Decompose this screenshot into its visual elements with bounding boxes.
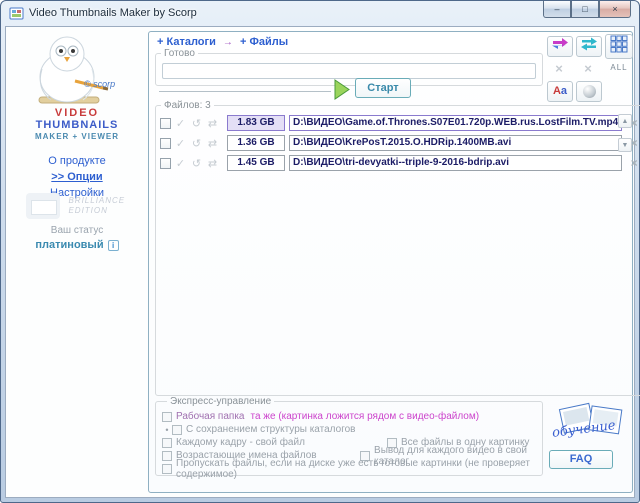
edition-line1: BRILLIANCE (68, 196, 125, 205)
maximize-button[interactable]: □ (571, 1, 599, 18)
faq-button[interactable]: FAQ (549, 450, 613, 469)
add-files-link[interactable]: + Файлы (240, 36, 288, 48)
option-skip-existing: Пропускать файлы, если на диске уже есть… (162, 462, 542, 475)
window-title: Video Thumbnails Maker by Scorp (29, 7, 197, 19)
file-size: 1.45 GB (227, 155, 285, 171)
cycle-arrows-icon (580, 37, 598, 51)
edition-line2: EDITION (68, 206, 107, 215)
status-value-text: платиновый (35, 239, 103, 251)
sidebar-item-options[interactable]: >> Опции (16, 171, 138, 183)
layout-grid-button[interactable] (605, 34, 633, 59)
swap-icon[interactable]: ⇄ (206, 137, 219, 150)
progress-slider[interactable] (159, 91, 331, 92)
bullet-icon: • (162, 425, 172, 435)
status-block: Ваш статус платиновый i (16, 225, 138, 251)
express-legend: Экспресс-управление (167, 396, 274, 407)
file-checkbox[interactable] (160, 118, 171, 129)
titlebar: Video Thumbnails Maker by Scorp – □ × (1, 1, 639, 26)
file-row[interactable]: ✓ ↺ ⇄ 1.45 GB D:\ВИДЕО\tri-devyatki--tri… (156, 153, 640, 173)
skip-existing-label: Пропускать файлы, если на диске уже есть… (176, 458, 542, 480)
move-down-button[interactable]: ▼ (618, 138, 632, 152)
files-legend: Файлов: 3 (161, 100, 214, 111)
window-controls: – □ × (543, 1, 631, 18)
main-panel: + Каталоги → + Файлы Готово (148, 31, 633, 493)
progress-bar (162, 63, 536, 79)
edition-watermark: BRILLIANCE EDITION (26, 193, 138, 219)
increasing-names-checkbox[interactable] (162, 451, 172, 461)
font-settings-button[interactable]: Aa (547, 81, 573, 102)
start-button[interactable]: Старт (355, 78, 411, 98)
app-window: Video Thumbnails Maker by Scorp – □ × (0, 0, 640, 503)
app-icon (9, 6, 24, 21)
check-icon[interactable]: ✓ (174, 137, 187, 150)
font-cap-letter: A (553, 85, 561, 97)
keep-structure-label: С сохранением структуры каталогов (186, 424, 356, 435)
client-area: © scorp VIDEO THUMBNAILS MAKER + VIEWER … (5, 26, 635, 498)
swap-pair-button[interactable] (547, 36, 573, 57)
status-label: Ваш статус (16, 225, 138, 236)
file-checkbox[interactable] (160, 158, 171, 169)
brand-line-maker-viewer: MAKER + VIEWER (16, 131, 138, 143)
clear-right-icon[interactable]: × (580, 61, 596, 77)
reload-icon[interactable]: ↺ (190, 157, 203, 170)
font-low-letter: a (561, 85, 567, 97)
same-folder-label: та же (картинка ложится рядом с видео-фа… (250, 411, 479, 422)
status-value: платиновый i (16, 239, 138, 251)
check-icon[interactable]: ✓ (174, 157, 187, 170)
file-checkbox[interactable] (160, 138, 171, 149)
refresh-pair-button[interactable] (576, 36, 602, 57)
skip-existing-checkbox[interactable] (162, 464, 172, 474)
swap-arrows-icon (551, 37, 569, 51)
sidebar-item-about[interactable]: О продукте (16, 155, 138, 167)
arrow-icon: → (219, 37, 237, 48)
owl-logo-icon (11, 31, 136, 109)
option-keep-structure: • С сохранением структуры каталогов (162, 423, 542, 436)
play-button[interactable] (333, 79, 351, 100)
brand-line-video: VIDEO (16, 107, 138, 119)
brand-line-thumbnails: THUMBNAILS (16, 119, 138, 131)
copyright-text: © scorp (84, 79, 115, 89)
frame-per-file-checkbox[interactable] (162, 438, 172, 448)
working-folder-checkbox[interactable] (162, 412, 172, 422)
file-path[interactable]: D:\ВИДЕО\Game.of.Thrones.S07E01.720p.WEB… (289, 115, 622, 131)
check-icon[interactable]: ✓ (174, 117, 187, 130)
move-up-button[interactable]: ▲ (618, 114, 632, 128)
clear-left-icon[interactable]: × (551, 61, 567, 77)
express-group: Экспресс-управление Рабочая папка та же … (155, 396, 543, 476)
file-path[interactable]: D:\ВИДЕО\KrePosT.2015.O.HDRip.1400MB.avi (289, 135, 622, 151)
reload-icon[interactable]: ↺ (190, 117, 203, 130)
add-catalogs-link[interactable]: + Каталоги (157, 36, 216, 48)
working-folder-label: Рабочая папка (176, 411, 244, 422)
swap-icon[interactable]: ⇄ (206, 157, 219, 170)
reload-icon[interactable]: ↺ (190, 137, 203, 150)
file-size: 1.83 GB (227, 115, 285, 131)
frame-per-file-label: Каждому кадру - свой файл (176, 437, 305, 448)
file-size: 1.36 GB (227, 135, 285, 151)
file-row[interactable]: ✓ ↺ ⇄ 1.36 GB D:\ВИДЕО\KrePosT.2015.O.HD… (156, 133, 640, 153)
files-group: Файлов: 3 ✓ ↺ ⇄ 1.83 GB D:\ВИДЕО\Game.of… (155, 100, 640, 396)
sphere-icon (583, 85, 596, 98)
play-icon (335, 80, 349, 99)
training-link[interactable]: обучение (548, 400, 634, 446)
keep-structure-checkbox[interactable] (172, 425, 182, 435)
file-path[interactable]: D:\ВИДЕО\tri-devyatki--triple-9-2016-bdr… (289, 155, 622, 171)
envelope-icon (26, 193, 60, 219)
all-label: ALL (605, 63, 633, 72)
brand-logo: VIDEO THUMBNAILS MAKER + VIEWER (16, 107, 138, 143)
close-button[interactable]: × (599, 1, 631, 18)
grid-icon (610, 35, 628, 53)
sidebar: © scorp VIDEO THUMBNAILS MAKER + VIEWER … (6, 27, 148, 497)
add-links-bar: + Каталоги → + Файлы (157, 36, 288, 48)
remove-file-icon[interactable]: × (626, 156, 640, 170)
progress-legend: Готово (161, 48, 198, 59)
swap-icon[interactable]: ⇄ (206, 117, 219, 130)
edition-label: BRILLIANCE EDITION (68, 196, 125, 216)
minimize-button[interactable]: – (543, 1, 571, 18)
option-working-folder: Рабочая папка та же (картинка ложится ря… (162, 410, 542, 423)
sphere-button[interactable] (576, 81, 602, 102)
info-icon[interactable]: i (108, 240, 119, 251)
file-row[interactable]: ✓ ↺ ⇄ 1.83 GB D:\ВИДЕО\Game.of.Thrones.S… (156, 113, 640, 133)
